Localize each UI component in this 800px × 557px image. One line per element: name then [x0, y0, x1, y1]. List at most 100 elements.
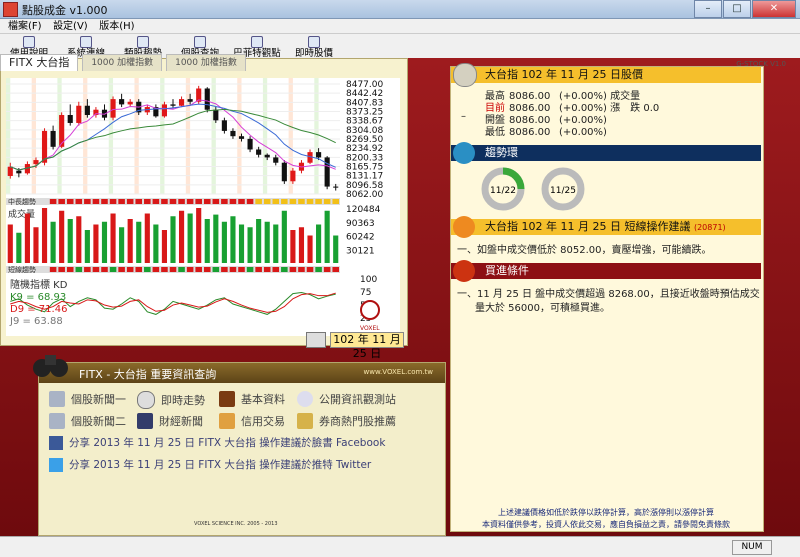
trend-cell [161, 199, 168, 204]
trend-cell [255, 267, 262, 272]
candle-body [7, 166, 13, 176]
quote-title: 大台指 102 年 11 月 25 日股價 [485, 68, 643, 81]
trend-cell [135, 267, 143, 272]
main-area: FITX 大台指 1000 加權指數 1000 加權指數 G-STOCK V1.… [0, 54, 800, 536]
candle-body [161, 104, 168, 117]
news-icon [49, 413, 65, 429]
menu-file[interactable]: 檔案(F) [8, 20, 42, 34]
candle-body [221, 120, 227, 131]
newspaper-icon [137, 413, 153, 429]
minimize-button[interactable]: – [694, 0, 722, 18]
window-title: 點股成金 v1.000 [22, 4, 108, 17]
trend-cell [195, 267, 202, 272]
share-twitter-label: 分享 2013 年 11 月 25 日 FITX 大台指 操作建議於推特 Twi… [69, 459, 372, 471]
trend-cell [255, 199, 262, 204]
volume-bar [281, 210, 287, 263]
trend-cell [289, 267, 297, 272]
tab-taiex-2[interactable]: 1000 加權指數 [166, 54, 246, 71]
trend-label-short: 短線趨勢 [8, 265, 36, 274]
trend-cell [101, 267, 108, 272]
trend-cell [135, 199, 143, 204]
trend-cell [186, 267, 194, 272]
candle-body [316, 152, 322, 158]
quote-row-low: 最低 8086.00 (+0.00%) [485, 123, 607, 138]
trend-cell [315, 199, 322, 204]
trend-icon [453, 142, 475, 164]
binoculars-icon [33, 355, 68, 377]
guide-stripe [314, 78, 319, 194]
news-icon [49, 391, 65, 407]
trend-header: 趨勢環 [451, 142, 761, 164]
candle-body [281, 162, 287, 182]
advice-panel: 大台指 102 年 11 月 25 日股價 最高 8086.00 (+0.00%) … [450, 63, 764, 532]
magnifier-icon [297, 391, 313, 407]
kd-tick-label: 75 [360, 288, 371, 298]
candle-body [256, 149, 262, 155]
trend-cell [203, 199, 211, 204]
volume-bar [76, 216, 82, 263]
num-lock-indicator: NUM [732, 540, 772, 555]
link-mops[interactable]: 公開資訊觀測站 [297, 391, 396, 407]
share-twitter[interactable]: 分享 2013 年 11 月 25 日 FITX 大台指 操作建議於推特 Twi… [49, 457, 371, 472]
trend-cell [229, 267, 237, 272]
facebook-icon [49, 435, 63, 450]
clock-icon [137, 391, 155, 409]
link-news-2[interactable]: 個股新聞二 [49, 413, 126, 429]
book-icon [219, 391, 235, 407]
note-2[interactable]: 本資料僅供參考，投資人依此交易，應自負損益之責，請參閱免責條款 [451, 519, 761, 530]
link-margin[interactable]: 信用交易 [219, 413, 285, 429]
info-title: FITX - 大台指 重要資訊查詢 [79, 368, 217, 381]
k-value: K9 = 68.93 [10, 292, 66, 303]
calendar-icon[interactable] [306, 332, 326, 348]
trend-cell [169, 199, 177, 204]
tab-taiex-1[interactable]: 1000 加權指數 [82, 54, 163, 71]
trend-cell [75, 267, 83, 272]
maximize-button[interactable]: □ [723, 0, 751, 18]
volume-tick-label: 30121 [346, 246, 375, 256]
trend-cell [49, 199, 57, 204]
trend-cell [169, 267, 177, 272]
close-button[interactable]: ✕ [752, 0, 796, 18]
trend-cell [195, 199, 202, 204]
trend-cell [212, 199, 220, 204]
guide-stripe [31, 78, 36, 194]
buy-line-2: 量大於 56000，可積極買進。 [475, 303, 610, 314]
chart-date[interactable]: 102 年 11 月 25 日 [330, 332, 404, 360]
link-news-1[interactable]: 個股新聞一 [49, 391, 126, 407]
volume-bar [316, 224, 322, 263]
realtime-price-button[interactable]: 即時股價 [289, 35, 339, 59]
trend-cell [272, 199, 280, 204]
link-broker-picks-label: 券商熱門股推薦 [319, 415, 396, 428]
candle-body [213, 109, 219, 121]
trend-cell [289, 199, 297, 204]
trend-cell [66, 199, 74, 204]
link-mops-label: 公開資訊觀測站 [319, 393, 396, 406]
trend-dials[interactable]: 11/22 11/25 [481, 167, 621, 211]
menu-settings[interactable]: 設定(V) [53, 20, 88, 34]
link-finance-news[interactable]: 財經新聞 [137, 413, 203, 429]
trend-cell [178, 199, 185, 204]
link-basic-info[interactable]: 基本資料 [219, 391, 285, 407]
link-news-2-label: 個股新聞二 [71, 415, 126, 428]
candle-body [67, 115, 73, 123]
volume-bar [84, 230, 90, 263]
guide-stripe [134, 78, 139, 194]
buy-title: 買進條件 [485, 264, 529, 277]
candle-body [76, 105, 82, 123]
menu-version[interactable]: 版本(H) [99, 20, 134, 34]
trend-cell [144, 267, 151, 272]
candle-body [110, 99, 116, 118]
candle-body [324, 157, 330, 187]
tab-fitx[interactable]: FITX 大台指 [0, 54, 79, 71]
clock-icon [308, 36, 320, 48]
link-realtime[interactable]: 即時走勢 [137, 391, 205, 409]
share-facebook[interactable]: 分享 2013 年 11 月 25 日 FITX 大台指 操作建議於臉書 Fac… [49, 435, 385, 450]
trend-cell [298, 199, 305, 204]
trend-cell [152, 199, 160, 204]
link-broker-picks[interactable]: 券商熱門股推薦 [297, 413, 396, 429]
trend-cell [84, 267, 91, 272]
trend-cell [263, 267, 271, 272]
advice-title-text: 大台指 102 年 11 月 25 日 短線操作建議 [485, 220, 691, 233]
volume-bar [7, 224, 13, 263]
twitter-icon [49, 457, 63, 472]
